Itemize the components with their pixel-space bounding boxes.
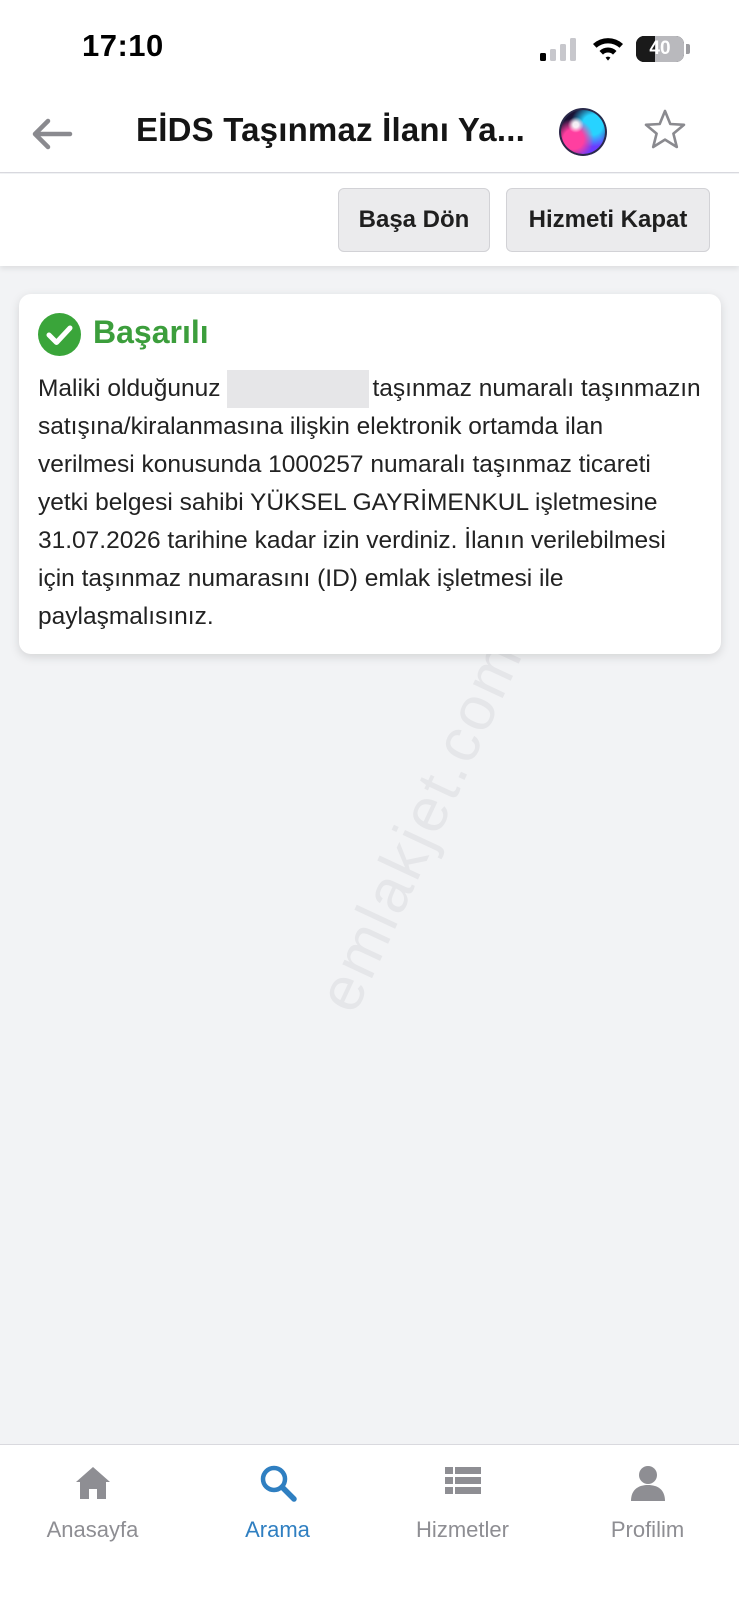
bottom-tab-bar: Anasayfa Arama Hizmetler Profilim <box>0 1444 739 1600</box>
tab-label-anasayfa: Anasayfa <box>46 1517 139 1542</box>
user-icon <box>631 1466 665 1501</box>
redacted-property-id <box>226 370 369 408</box>
tab-anasayfa[interactable]: Anasayfa <box>0 1445 185 1565</box>
tab-label-hizmetler: Hizmetler <box>416 1517 509 1542</box>
tab-hizmetler[interactable]: Hizmetler <box>370 1445 555 1565</box>
message-rest: taşınmaz numaralı taşınmazın satışına/ki… <box>38 375 701 630</box>
tab-arama[interactable]: Arama <box>185 1445 370 1565</box>
message-intro: Maliki olduğunuz <box>38 375 221 402</box>
wifi-icon <box>593 38 623 61</box>
action-bar: Başa Dön Hizmeti Kapat <box>0 174 739 266</box>
tab-profilim[interactable]: Profilim <box>555 1445 739 1565</box>
battery-icon: 40 <box>636 36 690 62</box>
success-title: Başarılı <box>93 314 209 350</box>
screen: 17:10 40 EİDS Taşınmaz İlanı Ya... Başa … <box>0 0 739 1600</box>
tab-label-arama: Arama <box>245 1517 310 1542</box>
status-time: 17:10 <box>82 28 164 63</box>
success-card: Başarılı Maliki olduğunuz taşınmaz numara… <box>19 294 721 654</box>
back-arrow-icon[interactable] <box>26 109 76 159</box>
battery-percent: 40 <box>649 38 671 59</box>
cellular-signal-icon <box>540 37 578 61</box>
restart-button[interactable]: Başa Dön <box>338 188 490 252</box>
home-icon <box>76 1467 110 1499</box>
search-icon <box>260 1465 297 1502</box>
check-circle-icon <box>38 313 81 356</box>
favorite-star-icon[interactable] <box>642 107 688 153</box>
success-message: Maliki olduğunuz taşınmaz numaralı taşınm… <box>38 370 704 636</box>
list-icon <box>445 1467 481 1494</box>
status-bar: 17:10 40 <box>0 0 739 95</box>
tab-label-profilim: Profilim <box>610 1517 685 1542</box>
close-service-button[interactable]: Hizmeti Kapat <box>506 188 710 252</box>
siri-icon[interactable] <box>559 108 607 156</box>
page-title: EİDS Taşınmaz İlanı Ya... <box>136 111 525 148</box>
watermark: emlakjet.com <box>304 629 537 1022</box>
nav-header: EİDS Taşınmaz İlanı Ya... <box>0 95 739 173</box>
